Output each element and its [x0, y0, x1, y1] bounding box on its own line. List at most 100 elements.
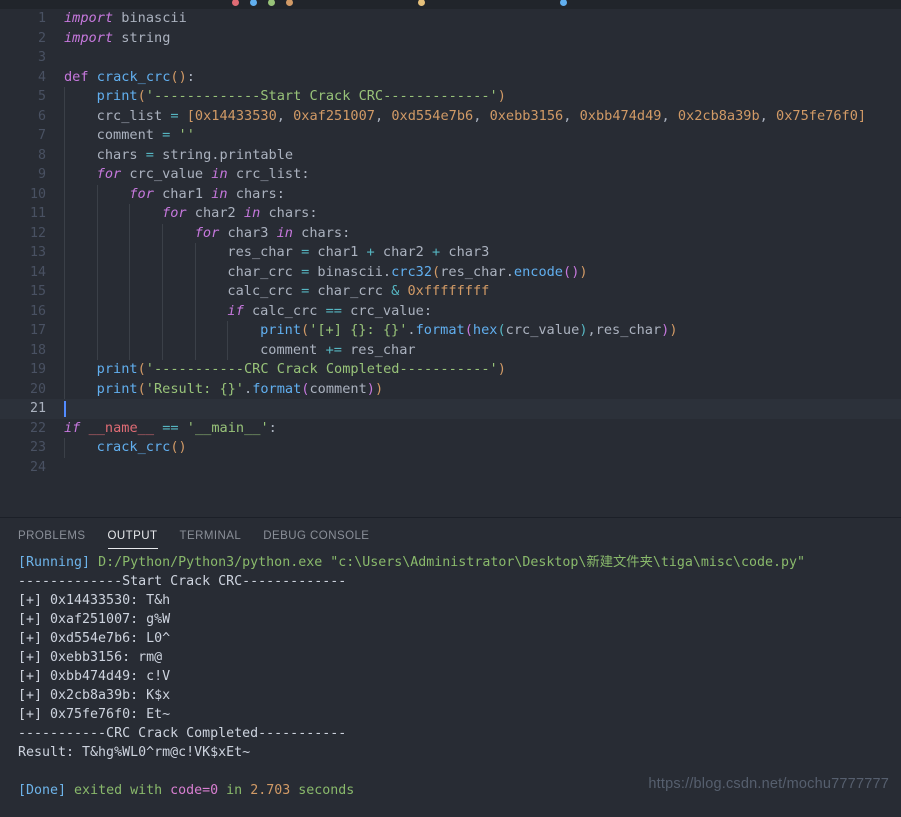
output-line: [+] 0x75fe76f0: Et~	[18, 705, 901, 724]
line-number: 16	[29, 303, 46, 319]
code-line[interactable]: 1 import binascii	[0, 9, 901, 29]
code-token: res_char	[440, 263, 506, 280]
line-number: 13	[29, 245, 46, 260]
code-line[interactable]: 3	[0, 48, 901, 68]
code-token: =	[170, 107, 179, 124]
line-number: 1	[37, 11, 46, 26]
line-number: 11	[29, 206, 46, 221]
panel-tab-problems[interactable]: PROBLEMS	[18, 518, 86, 551]
code-token: (	[497, 322, 506, 338]
indent-guide	[96, 243, 98, 263]
indent-guide	[194, 243, 196, 263]
code-line[interactable]: 20 print('Result: {}'.format(comment))	[0, 379, 901, 399]
code-token: string	[113, 29, 171, 46]
code-text: comment += res_char	[260, 341, 416, 361]
code-line[interactable]: 9 for crc_value in crc_list:	[0, 165, 901, 185]
code-token: hex	[472, 322, 498, 338]
code-line[interactable]: 8 chars = string.printable	[0, 145, 901, 165]
line-number: 18	[29, 342, 46, 358]
code-line[interactable]: 23 crack_crc()	[0, 438, 901, 458]
panel-tab-terminal[interactable]: TERMINAL	[180, 518, 242, 551]
indent-guide	[129, 340, 131, 360]
code-line[interactable]: 7 comment = ''	[0, 126, 901, 146]
code-token: (	[432, 263, 441, 280]
code-line[interactable]: 12 for char3 in chars:	[0, 223, 901, 243]
code-line[interactable]: 21	[0, 399, 901, 419]
code-line[interactable]: 13 res_char = char1 + char2 + char3	[0, 243, 901, 263]
code-line[interactable]: 5 print('-------------Start Crack CRC----…	[0, 87, 901, 107]
tab-modified-dot	[560, 0, 567, 6]
indent-guide	[96, 204, 98, 224]
indent-guide	[194, 340, 196, 360]
code-line[interactable]: 10 for char1 in chars:	[0, 184, 901, 204]
code-token: (	[137, 88, 146, 104]
code-token: )	[374, 380, 384, 397]
code-token: print	[260, 322, 301, 338]
code-token: def	[64, 68, 89, 85]
code-token: char2	[374, 244, 433, 260]
code-line[interactable]: 4 def crack_crc():	[0, 68, 901, 88]
output-segment: [+] 0x14433530: T&h	[18, 593, 171, 608]
indent-guide	[129, 301, 131, 321]
code-token: char_crc	[227, 263, 302, 280]
indent-guide	[129, 321, 131, 341]
code-token: crack_crc	[96, 439, 171, 455]
code-token: 0x14433530	[194, 107, 277, 124]
indent-guide	[194, 301, 196, 321]
code-token: :	[268, 419, 277, 436]
code-token: (	[301, 322, 310, 338]
indent-guide	[64, 321, 65, 341]
indent-guide	[96, 321, 98, 341]
code-token: comment	[96, 127, 163, 143]
output-line: -----------CRC Crack Completed----------…	[18, 724, 901, 743]
code-line[interactable]: 18 comment += res_char	[0, 340, 901, 361]
code-editor[interactable]: 1 import binascii 2 import string 3 4 def crac…	[0, 9, 901, 517]
code-token: )	[579, 322, 588, 338]
code-token: char3	[219, 224, 277, 241]
code-token: ,	[374, 107, 392, 124]
code-token: )	[669, 322, 678, 338]
code-line[interactable]: 17 print('[+] {}: {}'.format(hex(crc_valu…	[0, 321, 901, 341]
code-token: in	[276, 224, 293, 241]
code-text: print('-----------CRC Crack Completed---…	[97, 360, 506, 380]
code-token: for	[162, 205, 187, 221]
code-token: ,res_char	[587, 322, 662, 338]
code-line[interactable]: 6 crc_list = [0x14433530, 0xaf251007, 0xd…	[0, 106, 901, 127]
code-text: for char2 in chars:	[162, 204, 318, 224]
line-number: 6	[37, 108, 46, 124]
code-token: =	[145, 146, 154, 163]
code-text: crc_list = [0x14433530, 0xaf251007, 0xd5…	[97, 107, 866, 127]
code-token: ()	[170, 68, 187, 85]
panel-tab-debug-console[interactable]: DEBUG CONSOLE	[263, 518, 369, 551]
code-token: :	[342, 224, 351, 241]
panel-tab-bar[interactable]: PROBLEMS OUTPUT TERMINAL DEBUG CONSOLE	[0, 518, 901, 551]
output-console[interactable]: [Running] D:/Python/Python3/python.exe "…	[0, 551, 901, 800]
code-line[interactable]: 24	[0, 458, 901, 478]
code-line[interactable]: 14 char_crc = binascii.crc32(res_char.enc…	[0, 262, 901, 282]
indent-guide	[194, 282, 196, 302]
code-token: printable	[219, 146, 294, 163]
code-line[interactable]: 15 calc_crc = char_crc & 0xffffffff	[0, 282, 901, 302]
code-token: in	[243, 205, 261, 221]
code-line[interactable]: 2 import string	[0, 29, 901, 49]
code-line[interactable]: 22 if __name__ == '__main__':	[0, 419, 901, 439]
code-token: .	[505, 263, 514, 280]
code-line[interactable]: 11 for char2 in chars:	[0, 204, 901, 224]
indent-guide	[64, 340, 65, 360]
code-token: 0xffffffff	[407, 283, 490, 299]
code-token: crc32	[391, 263, 433, 280]
code-line[interactable]: 16 if calc_crc == crc_value:	[0, 301, 901, 321]
code-token: binascii	[309, 263, 383, 280]
code-line[interactable]: 19 print('-----------CRC Crack Completed-…	[0, 360, 901, 380]
code-token: char3	[440, 244, 490, 260]
panel-tab-output[interactable]: OUTPUT	[107, 518, 158, 551]
line-number: 7	[37, 128, 46, 143]
indent-guide	[162, 321, 164, 341]
code-token: (	[137, 361, 146, 377]
code-text: import binascii	[64, 9, 187, 29]
code-token: binascii	[113, 10, 187, 26]
line-number: 10	[29, 186, 46, 202]
line-number: 8	[37, 147, 46, 163]
